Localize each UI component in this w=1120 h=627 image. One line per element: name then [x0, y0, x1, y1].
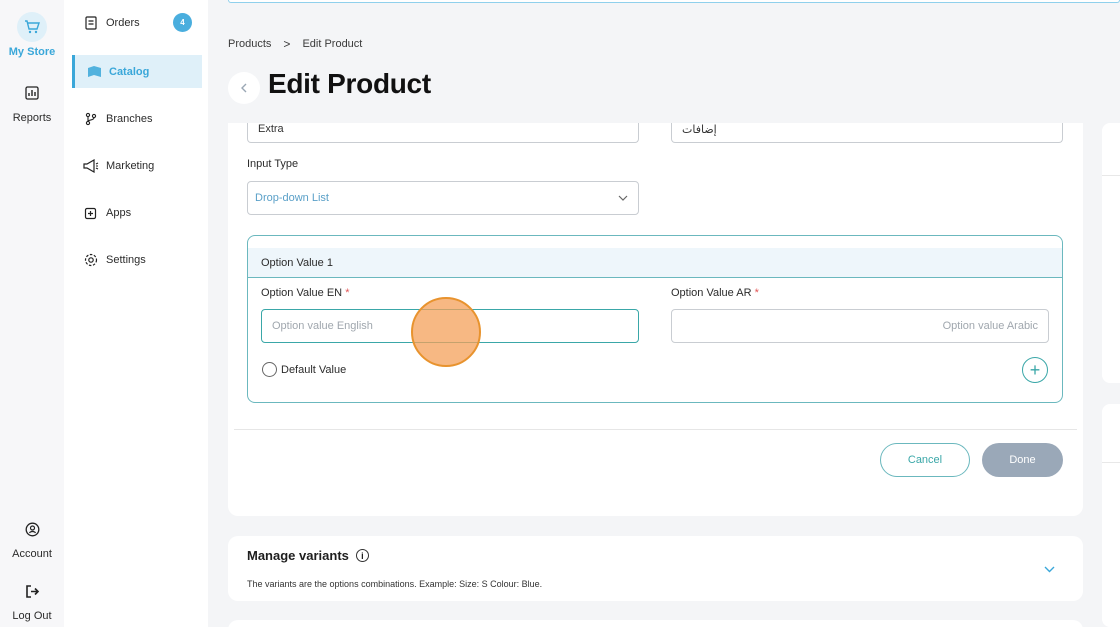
- breadcrumb: Products > Edit Product: [228, 37, 362, 51]
- logout-icon: [17, 576, 47, 606]
- manage-variants-title: Manage variants: [247, 548, 349, 563]
- nav-item-apps[interactable]: Apps: [72, 196, 202, 229]
- page-title: Edit Product: [268, 68, 431, 99]
- nav-item-orders-label: Orders: [106, 16, 140, 29]
- option-ar-label: Option Value AR *: [671, 287, 759, 299]
- done-button[interactable]: Done: [982, 443, 1063, 477]
- required-marker: *: [345, 287, 350, 299]
- rail-account[interactable]: Account: [0, 514, 64, 560]
- click-indicator: [411, 297, 481, 367]
- default-value-radio[interactable]: [262, 362, 277, 377]
- chevron-left-icon: [241, 83, 247, 93]
- option-value-en-placeholder: Option value English: [272, 320, 373, 332]
- left-rail: My Store Reports Account Log Out: [0, 0, 64, 627]
- rail-account-label: Account: [12, 548, 52, 560]
- orders-icon: [82, 14, 100, 32]
- reports-icon: [17, 78, 47, 108]
- option-value-title: Option Value 1: [248, 248, 1062, 278]
- nav-item-settings[interactable]: Settings: [72, 243, 202, 276]
- rail-logout[interactable]: Log Out: [0, 576, 64, 622]
- side-panel-edge-lower: [1102, 404, 1120, 627]
- orders-count-badge: 4: [173, 13, 192, 32]
- nav-item-branches-label: Branches: [106, 112, 153, 125]
- next-section-card: [228, 620, 1083, 627]
- option-en-label: Option Value EN *: [261, 287, 349, 299]
- nav-item-marketing[interactable]: Marketing: [72, 149, 202, 182]
- breadcrumb-products-link[interactable]: Products: [228, 38, 271, 50]
- info-icon[interactable]: i: [355, 549, 369, 562]
- rail-reports[interactable]: Reports: [0, 78, 64, 124]
- cancel-button[interactable]: Cancel: [880, 443, 970, 477]
- add-option-value-button[interactable]: +: [1022, 357, 1048, 383]
- rail-my-store-label: My Store: [8, 46, 56, 58]
- nav-item-orders[interactable]: Orders 4: [72, 6, 202, 39]
- chevron-down-icon: [618, 195, 628, 201]
- nav-item-catalog-label: Catalog: [109, 65, 150, 78]
- manage-variants-heading: Manage variants i: [247, 548, 369, 563]
- chevron-down-icon[interactable]: [1044, 560, 1055, 578]
- back-button[interactable]: [228, 72, 260, 104]
- option-name-en-value: Extra: [258, 123, 284, 135]
- plus-icon: +: [1029, 360, 1041, 380]
- divider: [234, 429, 1077, 430]
- default-value-label: Default Value: [281, 364, 347, 376]
- apps-icon: [82, 204, 100, 222]
- cart-icon: [17, 12, 47, 42]
- breadcrumb-current: Edit Product: [302, 38, 363, 50]
- required-marker: *: [754, 287, 759, 299]
- nav-item-apps-label: Apps: [106, 206, 132, 219]
- input-type-label: Input Type: [247, 158, 299, 170]
- option-name-en-input[interactable]: Extra: [247, 123, 639, 143]
- manage-variants-card[interactable]: Manage variants i The variants are the o…: [228, 536, 1083, 601]
- nav-panel: Orders 4 Catalog Branches Marketing Apps…: [64, 0, 208, 627]
- nav-item-marketing-label: Marketing: [106, 159, 155, 172]
- option-value-ar-placeholder: Option value Arabic: [942, 320, 1038, 332]
- breadcrumb-separator-icon: >: [283, 37, 291, 51]
- top-bar: [228, 0, 1120, 3]
- rail-reports-label: Reports: [12, 112, 52, 124]
- rail-logout-label: Log Out: [12, 610, 52, 622]
- nav-item-settings-label: Settings: [106, 253, 146, 266]
- rail-my-store[interactable]: My Store: [0, 12, 64, 58]
- nav-item-branches[interactable]: Branches: [72, 102, 202, 135]
- option-value-ar-input[interactable]: Option value Arabic: [671, 309, 1049, 343]
- option-ar-label-text: Option Value AR: [671, 287, 752, 299]
- input-type-select[interactable]: Drop-down List: [247, 181, 639, 215]
- catalog-icon: [85, 63, 103, 81]
- nav-item-catalog[interactable]: Catalog: [72, 55, 202, 88]
- branches-icon: [82, 110, 100, 128]
- side-panel-edge: [1102, 123, 1120, 383]
- account-icon: [17, 514, 47, 544]
- option-name-ar-input[interactable]: إضافات: [671, 123, 1063, 143]
- option-en-label-text: Option Value EN: [261, 287, 343, 299]
- manage-variants-description: The variants are the options combination…: [247, 579, 543, 589]
- gear-icon: [82, 251, 100, 269]
- option-name-ar-value: إضافات: [682, 124, 717, 136]
- megaphone-icon: [82, 157, 100, 175]
- input-type-value: Drop-down List: [255, 192, 329, 204]
